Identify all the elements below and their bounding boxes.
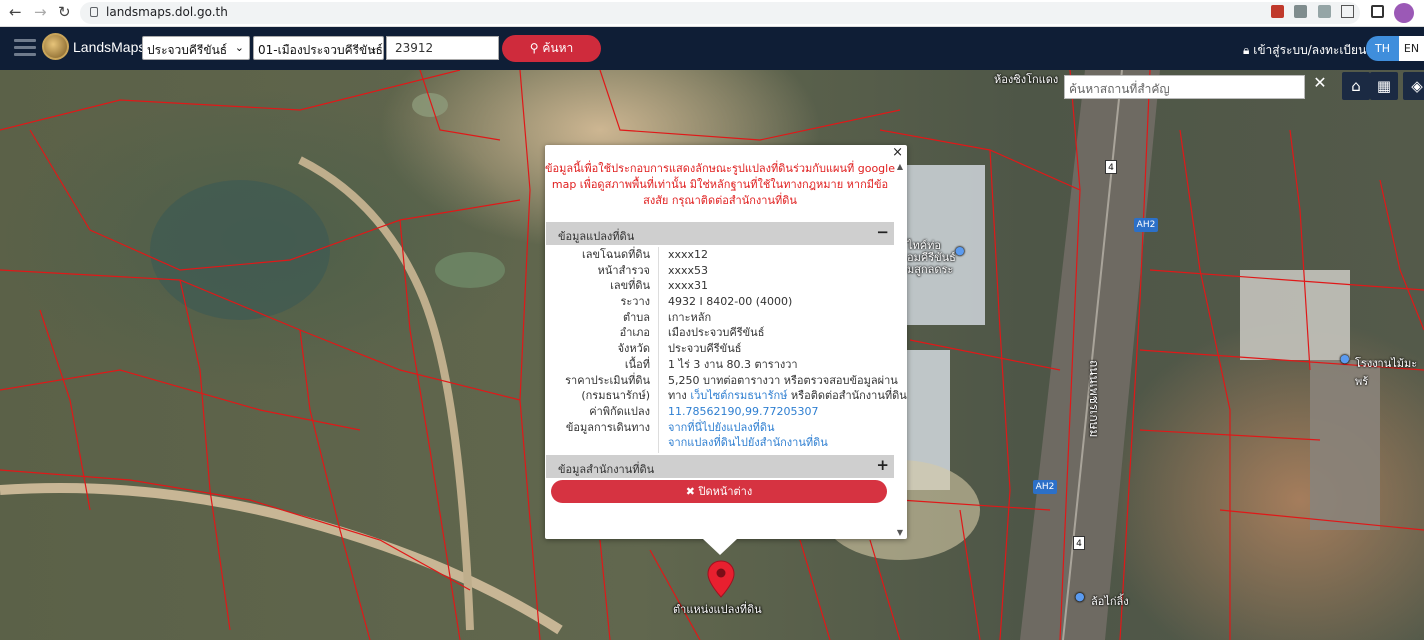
ah2-shield: AH2 [1033, 480, 1057, 494]
share-icon[interactable] [1318, 5, 1331, 18]
app-navbar: LandsMaps ประจวบคีรีขันธ์ ⌄ 01-เมืองประจว… [0, 27, 1424, 70]
home-icon[interactable]: ⌂ [1342, 72, 1370, 100]
close-icon[interactable]: ✕ [1309, 73, 1331, 99]
parcel-number-input[interactable]: 23912 [386, 36, 499, 60]
back-icon[interactable]: ← [9, 3, 22, 21]
district-select[interactable]: 01-เมืองประจวบคีรีขันธ์ ⌄ [253, 36, 384, 60]
bookmark-star-icon[interactable] [1341, 5, 1354, 18]
close-icon: ✖ [685, 485, 695, 498]
marker-label: ตำแหน่งแปลงที่ดิน [673, 603, 762, 616]
url-text: landsmaps.dol.go.th [106, 5, 228, 19]
plus-icon[interactable]: + [876, 456, 889, 474]
directions-to-parcel-link[interactable]: จากที่นี่ไปยังแปลงที่ดิน [668, 420, 774, 436]
section-land-header[interactable]: ข้อมูลแปลงที่ดิน − [546, 222, 894, 245]
table-row: ค่าพิกัดแปลง 11.78562190,99.77205307 [589, 404, 819, 420]
table-row: ข้อมูลการเดินทาง จากที่นี่ไปยังแปลงที่ดิน [565, 420, 775, 436]
login-link[interactable]: 🔒︎ เข้าสู่ระบบ/ลงทะเบียน [1243, 41, 1366, 60]
reload-icon[interactable]: ↻ [58, 3, 71, 21]
map-label-factory: โรงงานไม้มะพร้ [1355, 357, 1418, 388]
lang-th-button[interactable]: TH [1366, 36, 1399, 61]
table-row: เลขที่ดิน xxxx31 [610, 279, 709, 293]
poi-pin-icon[interactable]: ● [1075, 590, 1085, 603]
map-label-shop: ห้องซิงโกแดง [994, 73, 1059, 86]
table-row: จังหวัด ประจวบคีรีขันธ์ [617, 342, 742, 356]
address-bar[interactable]: landsmaps.dol.go.th [80, 2, 1360, 24]
layers-icon[interactable]: ◈ [1403, 72, 1424, 100]
minus-icon[interactable]: − [876, 223, 889, 241]
map-label-road: ถนนเพชรเกษม [1087, 360, 1101, 438]
scroll-up-icon[interactable]: ▲ [897, 162, 903, 171]
chevron-down-icon: ⌄ [368, 41, 378, 54]
province-select[interactable]: ประจวบคีรีขันธ์ ⌄ [142, 36, 250, 60]
table-row: จากแปลงที่ดินไปยังสำนักงานที่ดิน [545, 435, 895, 451]
forward-icon[interactable]: → [34, 3, 47, 21]
table-row: (กรมธนารักษ์) ทาง เว็บไซต์กรมธนารักษ์ หรื… [581, 389, 907, 403]
location-pin-icon[interactable] [707, 560, 735, 598]
table-row: ระวาง 4932 I 8402-00 (4000) [620, 295, 793, 309]
translate-icon[interactable] [1294, 5, 1307, 18]
lock-icon [90, 7, 98, 17]
poi-pin-icon[interactable]: ● [955, 244, 965, 257]
table-row: เนื้อที่ 1 ไร่ 3 งาน 80.3 ตารางวา [624, 357, 798, 371]
brand-name: LandsMaps [73, 39, 146, 55]
table-row: อำเภอ เมืองประจวบคีรีขันธ์ [619, 326, 765, 340]
treasury-link[interactable]: เว็บไซต์กรมธนารักษ์ [690, 389, 787, 402]
route-number: 4 [1105, 160, 1117, 174]
chevron-down-icon: ⌄ [234, 41, 244, 54]
poi-pin-icon[interactable]: ● [1340, 352, 1350, 365]
lock-icon: 🔒︎ [1243, 43, 1250, 57]
popup-pointer [703, 539, 737, 555]
table-row: ตำบล เกาะหลัก [622, 310, 712, 324]
search-button[interactable]: ⚲ ค้นหา [502, 35, 601, 62]
side-panel-icon[interactable] [1371, 5, 1384, 18]
map-label-poi: มสูกลดระ [907, 263, 954, 276]
map-label-tire-shop: ล้อไก่ลิ้ง [1091, 595, 1129, 608]
scroll-down-icon[interactable]: ▼ [897, 528, 903, 537]
section-office-header[interactable]: ข้อมูลสำนักงานที่ดิน + [546, 455, 894, 478]
route-number: 4 [1073, 536, 1085, 550]
close-icon[interactable]: × [892, 145, 903, 160]
disclaimer-text: ข้อมูลนี้เพื่อใช้ประกอบการแสดงลักษณะรูปแ… [545, 162, 895, 207]
directions-to-office-link[interactable]: จากแปลงที่ดินไปยังสำนักงานที่ดิน [668, 435, 828, 451]
dol-logo [42, 33, 69, 60]
parcel-info-popup: × ▲ ข้อมูลนี้เพื่อใช้ประกอบการแสดงลักษณะ… [545, 145, 907, 539]
satellite-map[interactable]: ห้องซิงโกแดง ไทค์ท่อ อมคีรีขันธ์ มสูกลดร… [0, 70, 1424, 640]
search-icon: ⚲ [529, 41, 539, 55]
close-window-button[interactable]: ✖ ปิดหน้าต่าง [551, 480, 887, 503]
table-row: ราคาประเมินที่ดิน 5,250 บาทต่อตารางวา หรื… [565, 373, 898, 387]
extension-icon[interactable] [1271, 5, 1284, 18]
coordinate-link[interactable]: 11.78562190,99.77205307 [668, 404, 818, 420]
place-search-input[interactable]: ค้นหาสถานที่สำคัญ [1064, 75, 1305, 99]
grid-icon[interactable]: ▦ [1370, 72, 1398, 100]
table-row: หน้าสำรวจ xxxx53 [597, 263, 709, 277]
lang-en-button[interactable]: EN [1399, 36, 1424, 61]
browser-toolbar: ← → ↻ landsmaps.dol.go.th [0, 0, 1424, 27]
parcel-info-table: เลขโฉนดที่ดิน xxxx12 หน้าสำรวจ xxxx53 เลขท… [545, 247, 907, 451]
menu-icon[interactable] [14, 39, 36, 57]
table-row: เลขโฉนดที่ดิน xxxx12 [582, 248, 709, 261]
profile-avatar[interactable] [1394, 3, 1414, 23]
ah2-shield: AH2 [1134, 218, 1158, 232]
